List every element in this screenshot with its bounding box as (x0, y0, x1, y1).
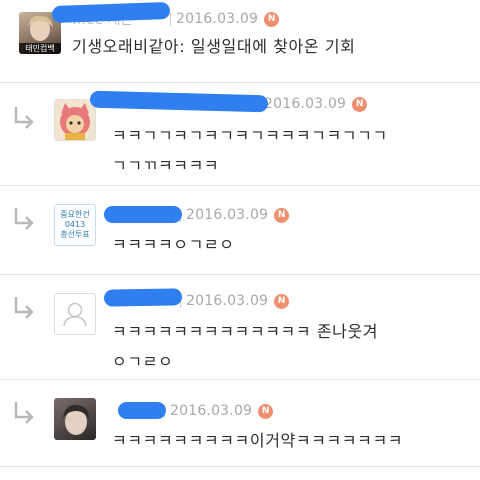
comment-2: 2016.03.09 N ㅋㅋㄱㄱㅋㄱㅋㄱㅋㄱㅋㅋㅋㄱㅋㄱㄱㄱ ㄱㄱㄲㅋㅋㅋㅋ (0, 83, 480, 185)
avatar-text-line: 중요한건 (60, 210, 90, 219)
comment-3: 중요한건 0413 총선투표 2016.03.09 N ㅋㅋㅋㅋㅇㄱㄹㅇ (0, 186, 480, 274)
avatar[interactable] (54, 99, 96, 141)
reply-arrow-icon (14, 208, 34, 230)
cat-costume-avatar-icon (60, 103, 90, 140)
redaction-mark (103, 288, 183, 307)
avatar[interactable]: 중요한건 0413 총선투표 (54, 204, 96, 246)
avatar-text-line: 총선투표 (60, 230, 90, 239)
comment-text: ㅋㅋㅋㅋㅇㄱㄹㅇ (112, 235, 235, 254)
comment-date: 2016.03.09 (170, 403, 253, 419)
divider (0, 466, 480, 467)
comment-text: ㅋㅋㅋㅋㅋㅋㅋㅋㅋㅋㅋㅋㅋ 존나웃겨 ㅇㄱㄹㅇ (112, 322, 379, 371)
comment-date: 2016.03.09 (176, 11, 259, 27)
redaction-mark (104, 206, 182, 223)
reply-arrow-icon (14, 402, 34, 424)
redaction-mark (118, 402, 166, 419)
comment-date: 2016.03.09 (186, 207, 269, 223)
reply-arrow-icon (14, 297, 34, 319)
comment-date: 2016.03.09 (186, 293, 269, 309)
avatar[interactable] (54, 398, 96, 440)
comment-5: 2016.03.09 N ㅋㅋㅋㅋㅋㅋㅋㅋㅋ이거약ㅋㅋㅋㅋㅋㅋㅋ (0, 380, 480, 466)
comment-4: … 2016.03.09 N ㅋㅋㅋㅋㅋㅋㅋㅋㅋㅋㅋㅋㅋ 존나웃겨 ㅇㄱㄹㅇ (0, 275, 480, 379)
avatar[interactable] (54, 293, 96, 335)
avatar-text-line: 0413 (64, 220, 86, 229)
meta-separator (170, 12, 171, 26)
reply-arrow-icon (14, 107, 34, 129)
new-badge: N (352, 96, 368, 112)
new-badge: N (274, 207, 290, 223)
comment-1: 태민컴백 …ee 재은 2016.03.09 N 기생오래비같아: 일생일대에 … (0, 0, 480, 82)
new-badge: N (258, 403, 274, 419)
avatar-caption: 태민컴백 (19, 43, 61, 54)
person-silhouette-icon (63, 302, 87, 327)
new-badge: N (264, 11, 280, 27)
comment-text: ㅋㅋㄱㄱㅋㄱㅋㄱㅋㄱㅋㅋㅋㄱㅋㄱㄱㄱ ㄱㄱㄲㅋㅋㅋㅋ (112, 126, 388, 175)
comment-text: 기생오래비같아: 일생일대에 찾아온 기회 (72, 37, 356, 56)
new-badge: N (274, 293, 290, 309)
avatar-photo-icon (63, 404, 89, 435)
comment-date: 2016.03.09 (264, 96, 347, 112)
comment-text: ㅋㅋㅋㅋㅋㅋㅋㅋㅋ이거약ㅋㅋㅋㅋㅋㅋㅋ (112, 431, 404, 450)
